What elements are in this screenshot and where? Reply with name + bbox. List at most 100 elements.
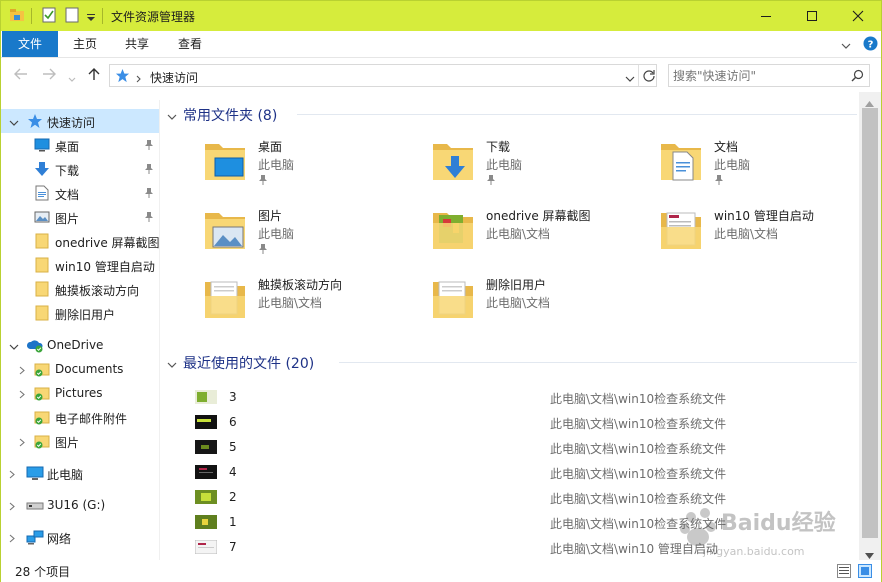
pin-icon[interactable] bbox=[258, 174, 268, 188]
group-header-recent[interactable]: 最近使用的文件 (20) bbox=[167, 350, 857, 374]
breadcrumb[interactable]: 快速访问 bbox=[150, 69, 198, 86]
nav-label: 网络 bbox=[47, 532, 72, 546]
tile-location: 此电脑\文档 bbox=[486, 227, 551, 241]
nav-item-documents[interactable]: 文档 bbox=[1, 181, 159, 205]
nav-item-win10-startup[interactable]: win10 管理自启动 bbox=[1, 253, 159, 277]
nav-item-onedrive-screenshots[interactable]: onedrive 屏幕截图 bbox=[1, 229, 160, 253]
help-icon[interactable]: ? bbox=[863, 36, 878, 54]
search-box[interactable] bbox=[668, 64, 870, 87]
desktop-icon bbox=[34, 137, 50, 153]
tab-view[interactable]: 查看 bbox=[164, 31, 216, 57]
chevron-right-icon[interactable] bbox=[9, 532, 15, 546]
tile-pictures[interactable]: 图片 此电脑 bbox=[201, 205, 421, 265]
tab-home[interactable]: 主页 bbox=[58, 31, 112, 57]
tile-location: 此电脑\文档 bbox=[714, 227, 779, 241]
nav-network[interactable]: 网络 bbox=[1, 525, 159, 549]
nav-onedrive-documents[interactable]: Documents bbox=[1, 357, 159, 381]
nav-onedrive-pictures[interactable]: Pictures bbox=[1, 381, 159, 405]
recent-file-row[interactable]: 6 此电脑\文档\win10检查系统文件 bbox=[191, 411, 831, 433]
chevron-right-icon[interactable] bbox=[19, 436, 25, 450]
nav-label: Documents bbox=[55, 362, 124, 376]
title-bar[interactable]: 文件资源管理器 bbox=[1, 1, 881, 31]
recent-locations-dropdown[interactable] bbox=[68, 72, 76, 86]
tile-win10-startup[interactable]: win10 管理自启动 此电脑\文档 bbox=[657, 205, 877, 265]
nav-quick-access[interactable]: 快速访问 bbox=[1, 109, 159, 133]
folder-synced-icon bbox=[34, 409, 50, 425]
up-arrow-icon bbox=[88, 68, 100, 80]
group-header-frequent[interactable]: 常用文件夹 (8) bbox=[167, 102, 857, 126]
file-name: 3 bbox=[229, 390, 237, 404]
nav-item-pictures[interactable]: 图片 bbox=[1, 205, 159, 229]
refresh-button[interactable] bbox=[642, 69, 656, 86]
pin-icon[interactable] bbox=[144, 139, 154, 153]
recent-file-row[interactable]: 3 此电脑\文档\win10检查系统文件 bbox=[191, 386, 831, 408]
pin-icon[interactable] bbox=[486, 174, 496, 188]
nav-onedrive-images[interactable]: 图片 bbox=[1, 429, 159, 453]
nav-item-downloads[interactable]: 下载 bbox=[1, 157, 159, 181]
tile-desktop[interactable]: 桌面 此电脑 bbox=[201, 136, 421, 196]
nav-onedrive[interactable]: OneDrive bbox=[1, 333, 159, 357]
search-input[interactable] bbox=[673, 67, 843, 84]
expand-ribbon-icon[interactable] bbox=[841, 40, 851, 54]
tile-onedrive-screenshots[interactable]: onedrive 屏幕截图 此电脑\文档 bbox=[429, 205, 649, 265]
maximize-icon bbox=[807, 11, 817, 21]
image-thumbnail-icon bbox=[194, 539, 218, 555]
tile-location: 此电脑 bbox=[486, 158, 523, 172]
chevron-right-icon[interactable] bbox=[19, 364, 25, 378]
forward-button[interactable] bbox=[41, 67, 57, 84]
qa-divider bbox=[102, 8, 103, 24]
large-icons-view-icon bbox=[858, 564, 872, 578]
address-bar[interactable]: 快速访问 bbox=[109, 64, 657, 87]
pin-icon[interactable] bbox=[144, 187, 154, 201]
new-folder-icon[interactable] bbox=[64, 7, 80, 25]
nav-drive-g[interactable]: 3U16 (G:) bbox=[1, 493, 159, 517]
nav-item-desktop[interactable]: 桌面 bbox=[1, 133, 159, 157]
chevron-down-icon[interactable] bbox=[167, 358, 177, 372]
details-view-button[interactable] bbox=[837, 564, 851, 581]
recent-file-row[interactable]: 5 此电脑\文档\win10检查系统文件 bbox=[191, 436, 831, 458]
nav-label: 此电脑 bbox=[47, 468, 84, 482]
tab-share[interactable]: 共享 bbox=[112, 31, 162, 57]
close-button[interactable] bbox=[835, 1, 881, 31]
pin-icon[interactable] bbox=[144, 163, 154, 177]
explorer-app-icon[interactable] bbox=[9, 7, 25, 25]
chevron-right-icon[interactable] bbox=[9, 468, 15, 482]
vertical-scrollbar[interactable] bbox=[859, 92, 881, 560]
chevron-right-icon[interactable] bbox=[19, 388, 25, 402]
customize-toolbar-dropdown-icon[interactable] bbox=[86, 11, 96, 29]
breadcrumb-chevron-icon[interactable] bbox=[136, 72, 142, 86]
recent-file-row[interactable]: 4 此电脑\文档\win10检查系统文件 bbox=[191, 461, 831, 483]
computer-icon bbox=[26, 465, 44, 481]
large-icons-view-button[interactable] bbox=[858, 564, 872, 581]
address-history-dropdown[interactable] bbox=[625, 72, 635, 86]
pin-icon[interactable] bbox=[144, 211, 154, 225]
search-icon[interactable] bbox=[851, 69, 864, 85]
back-button[interactable] bbox=[13, 67, 29, 84]
document-icon bbox=[34, 185, 50, 201]
tile-documents[interactable]: 文档 此电脑 bbox=[657, 136, 877, 196]
chevron-down-icon[interactable] bbox=[9, 340, 19, 354]
nav-item-delete-old-user[interactable]: 删除旧用户 bbox=[1, 301, 159, 325]
up-button[interactable] bbox=[87, 67, 101, 84]
scrollbar-thumb[interactable] bbox=[862, 108, 878, 538]
tile-downloads[interactable]: 下载 此电脑 bbox=[429, 136, 649, 196]
minimize-button[interactable] bbox=[743, 1, 789, 31]
pin-icon[interactable] bbox=[258, 243, 268, 257]
tile-delete-old-user[interactable]: 删除旧用户 此电脑\文档 bbox=[429, 274, 649, 334]
nav-label: 触摸板滚动方向 bbox=[55, 284, 140, 298]
nav-item-touchpad-scroll[interactable]: 触摸板滚动方向 bbox=[1, 277, 159, 301]
properties-icon[interactable] bbox=[41, 7, 57, 25]
nav-this-pc[interactable]: 此电脑 bbox=[1, 461, 159, 485]
chevron-right-icon[interactable] bbox=[9, 500, 15, 514]
chevron-down-icon[interactable] bbox=[9, 116, 19, 130]
tile-name: win10 管理自启动 bbox=[714, 209, 814, 223]
group-divider bbox=[339, 362, 857, 363]
nav-onedrive-email-attachments[interactable]: 电子邮件附件 bbox=[1, 405, 159, 429]
pin-icon[interactable] bbox=[714, 174, 724, 188]
chevron-down-icon[interactable] bbox=[167, 110, 177, 124]
tile-touchpad-scroll[interactable]: 触摸板滚动方向 此电脑\文档 bbox=[201, 274, 421, 334]
image-thumbnail-icon bbox=[195, 515, 217, 529]
maximize-button[interactable] bbox=[789, 1, 835, 31]
file-name: 5 bbox=[229, 440, 237, 454]
tab-file[interactable]: 文件 bbox=[2, 31, 58, 57]
